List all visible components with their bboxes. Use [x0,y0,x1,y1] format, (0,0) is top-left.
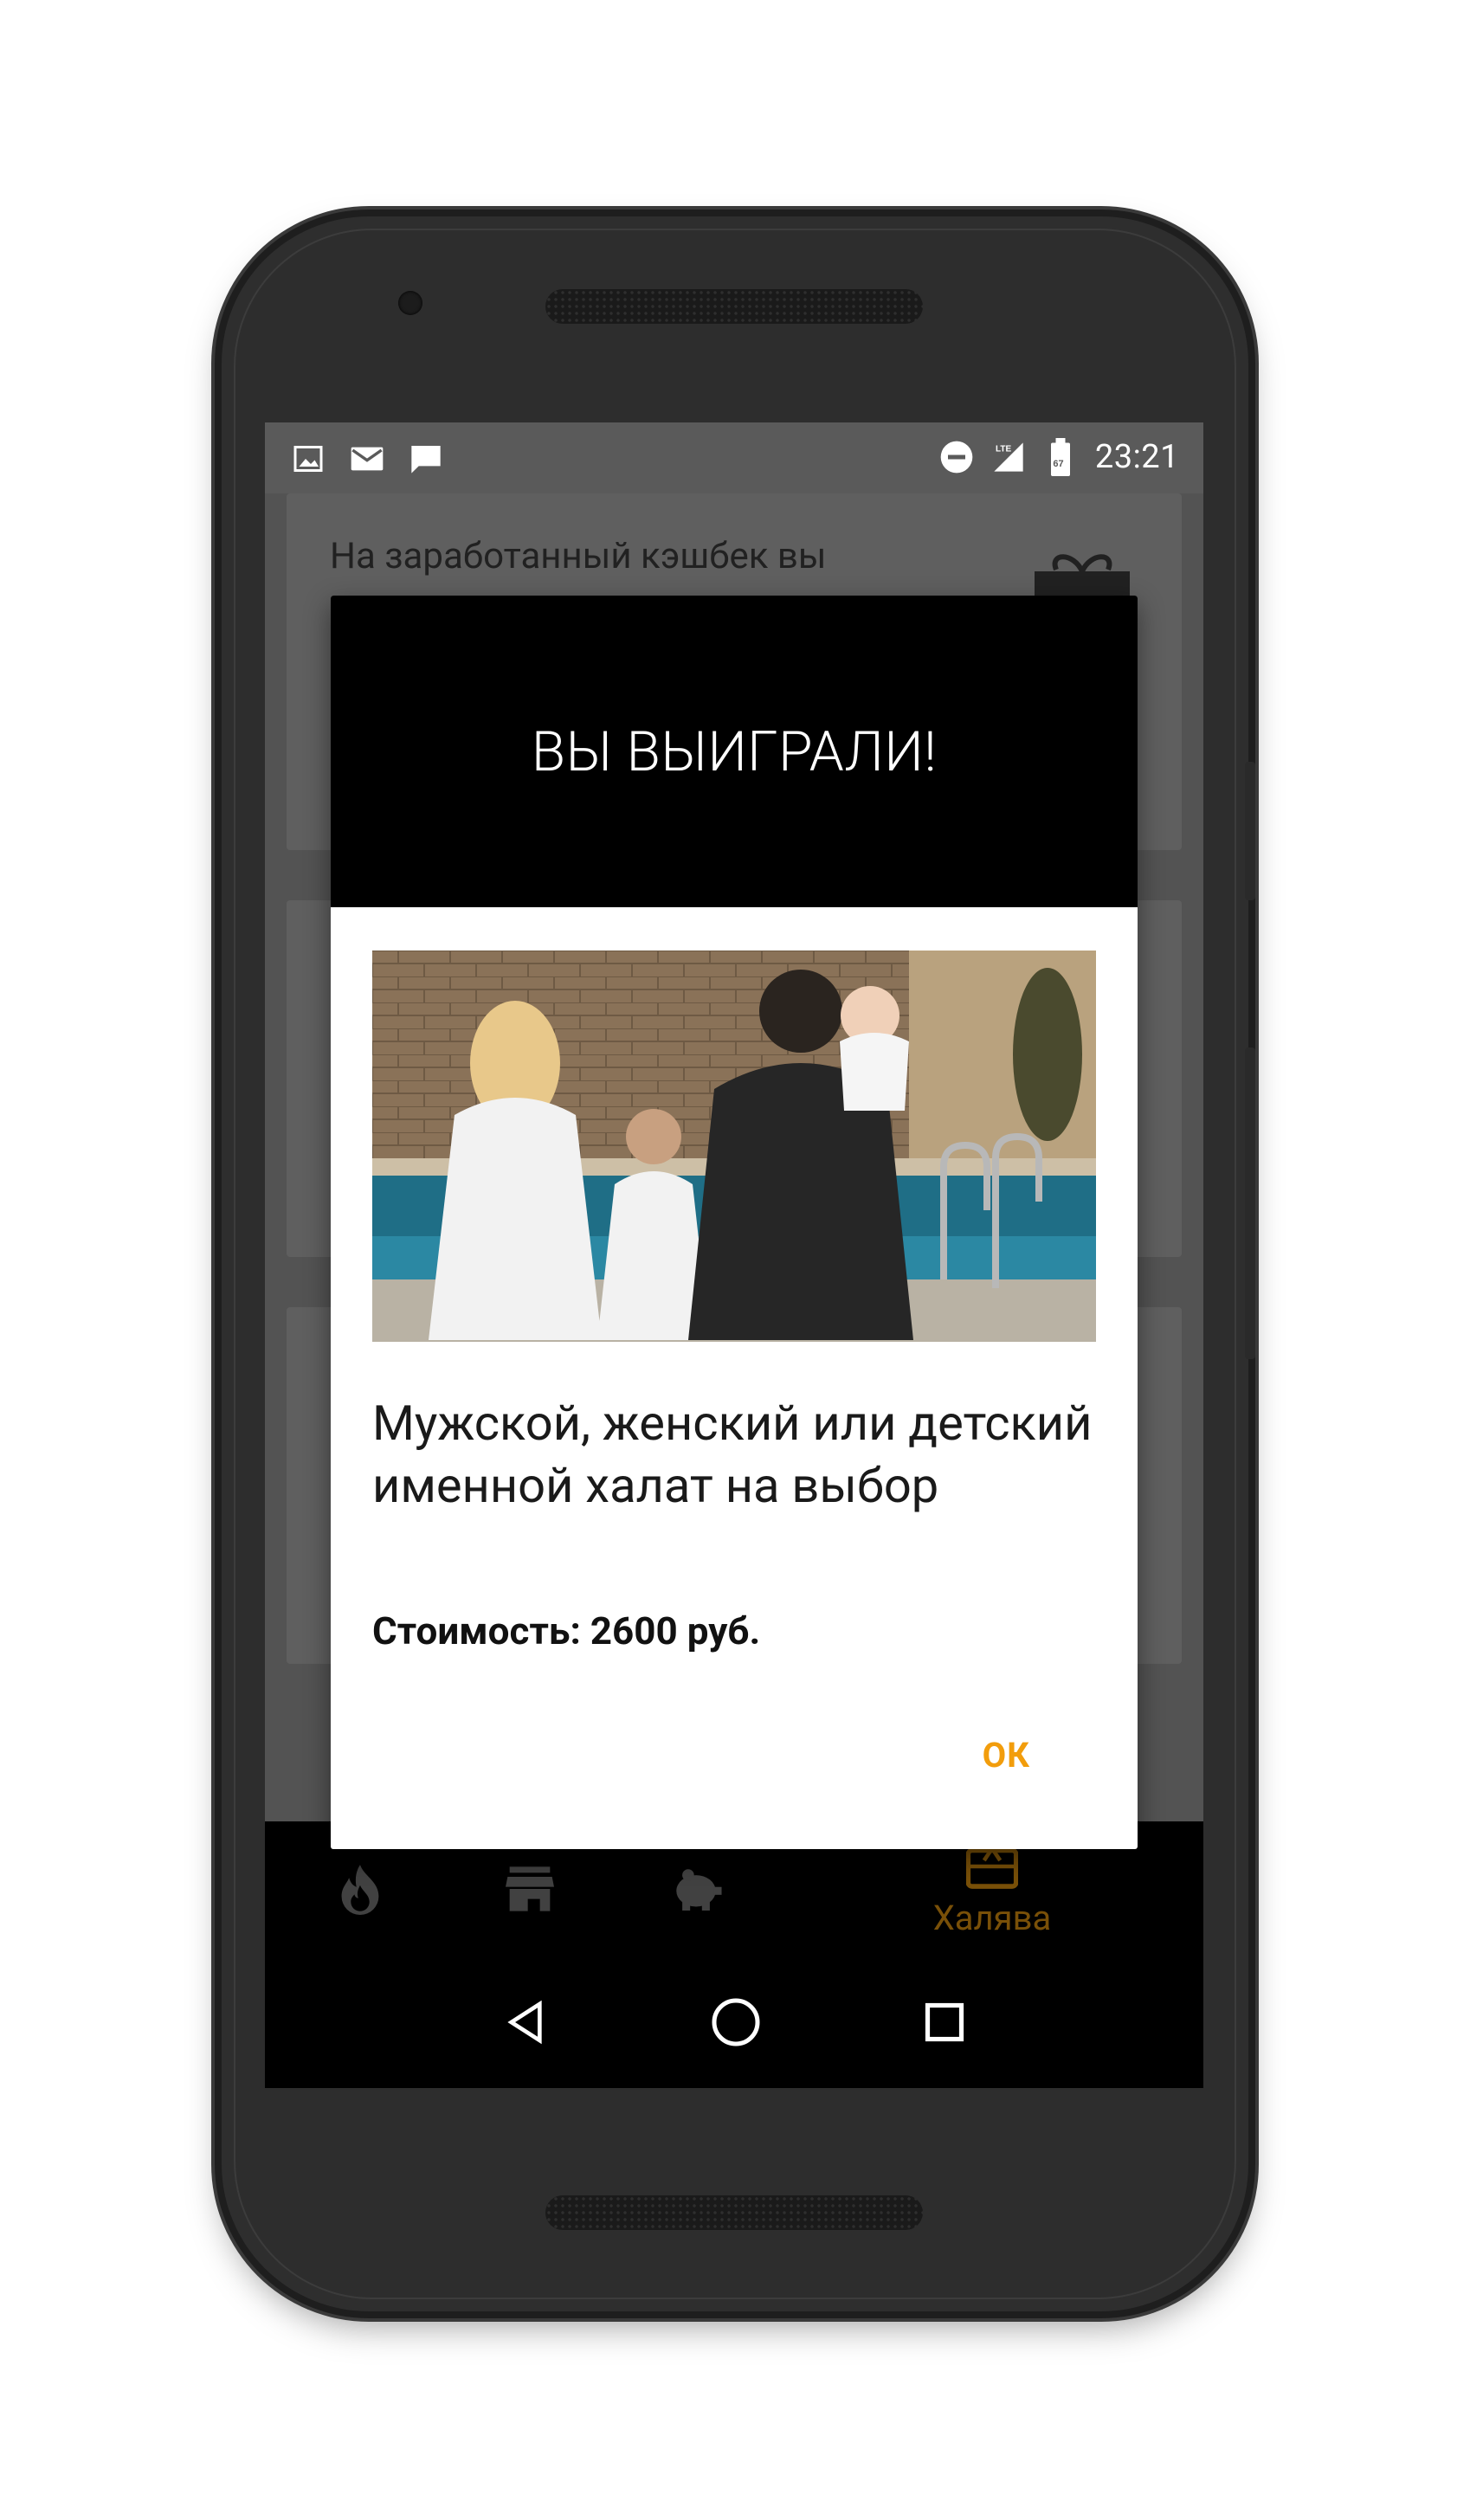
ok-button[interactable]: ОК [972,1728,1041,1782]
chat-icon [409,441,443,476]
svg-text:67: 67 [1053,459,1063,469]
prize-price: Стоимость: 2600 руб. [372,1608,761,1653]
volume-rocker [1245,1047,1255,1359]
dialog-header: ВЫ ВЫИГРАЛИ! [331,596,1138,907]
top-speaker [545,289,923,324]
status-time: 23:21 [1094,438,1179,476]
back-icon[interactable] [501,1998,550,2050]
do-not-disturb-icon [939,440,974,474]
prize-photo [372,951,1096,1342]
dialog-title: ВЫ ВЫИГРАЛИ! [531,719,938,784]
bottom-speaker [545,2195,923,2230]
power-button [1245,762,1255,900]
prize-dialog: ВЫ ВЫИГРАЛИ! Мужской, женский или детски… [331,596,1138,1849]
image-icon [291,441,326,476]
system-navigation-bar [265,1960,1203,2088]
front-camera [398,291,422,315]
lte-signal-icon: LTE [991,440,1026,474]
recents-icon[interactable] [922,2000,967,2048]
prize-name: Мужской, женский или детский именной хал… [372,1395,1093,1514]
mail-icon [350,441,384,476]
svg-text:LTE: LTE [996,444,1011,454]
screen: LTE 67 23:21 На заработанный кэшбек вы Х… [265,422,1203,2088]
status-bar: LTE 67 23:21 [265,422,1203,493]
battery-icon: 67 [1043,438,1078,476]
home-icon[interactable] [710,1996,762,2052]
